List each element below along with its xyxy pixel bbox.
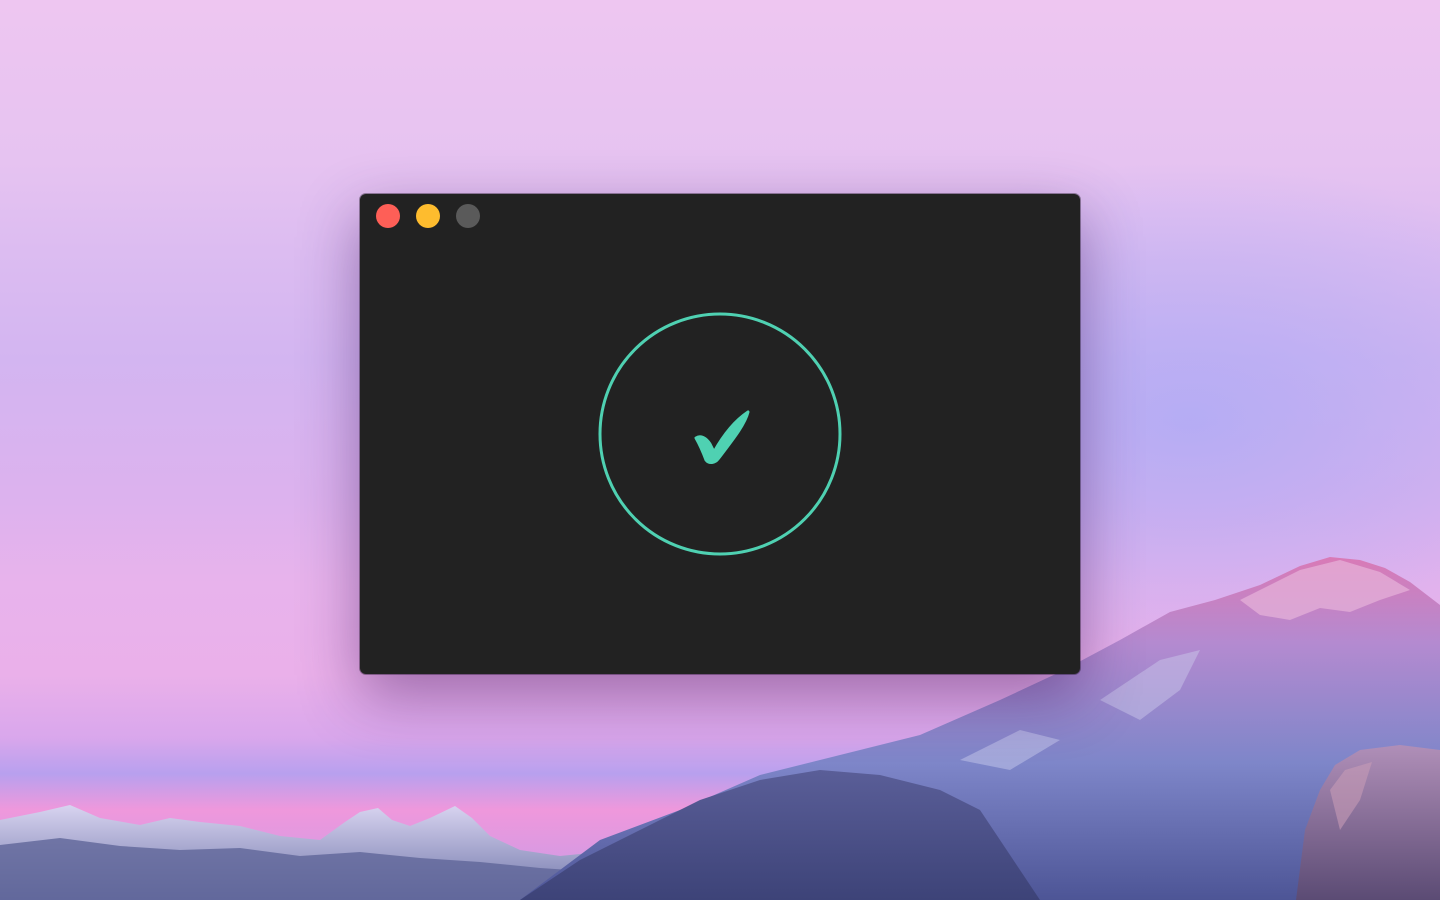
app-window: [360, 194, 1080, 674]
desktop: [0, 0, 1440, 900]
close-button[interactable]: [376, 204, 400, 228]
checkmark-icon: [694, 410, 750, 464]
success-ring-circle: [598, 312, 842, 556]
success-indicator: [598, 312, 842, 556]
zoom-button[interactable]: [456, 204, 480, 228]
window-controls: [376, 204, 480, 228]
minimize-button[interactable]: [416, 204, 440, 228]
